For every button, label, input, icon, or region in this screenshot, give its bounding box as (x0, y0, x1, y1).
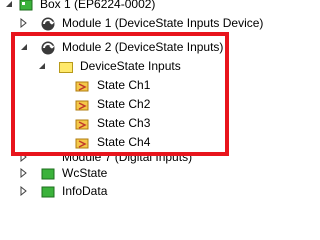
module-icon (41, 17, 55, 31)
collapsed-arrow-icon[interactable] (19, 18, 29, 28)
tree-item-module1[interactable]: Module 1 (DeviceState Inputs Device) (0, 14, 265, 33)
tree-item-label: Module 1 (DeviceState Inputs Device) (62, 16, 264, 30)
tree-item-label: Box 1 (EP6224-0002) (40, 0, 156, 11)
tree-item-infodata[interactable]: InfoData (0, 182, 265, 201)
tree-view: Box 1 (EP6224-0002) Module 1 (DeviceStat… (0, 0, 265, 201)
expanded-arrow-icon[interactable] (4, 0, 14, 9)
tree-item-label: WcState (62, 166, 108, 180)
tree-item-box1[interactable]: Box 1 (EP6224-0002) (0, 0, 265, 14)
green-block-icon (41, 168, 55, 180)
tree-item-wcstate[interactable]: WcState (0, 164, 265, 183)
highlight-frame (11, 32, 229, 156)
box-icon (19, 0, 33, 11)
collapsed-arrow-icon[interactable] (19, 168, 29, 178)
tree-item-label: InfoData (62, 184, 108, 198)
green-block-icon (41, 186, 55, 198)
collapsed-arrow-icon[interactable] (19, 186, 29, 196)
